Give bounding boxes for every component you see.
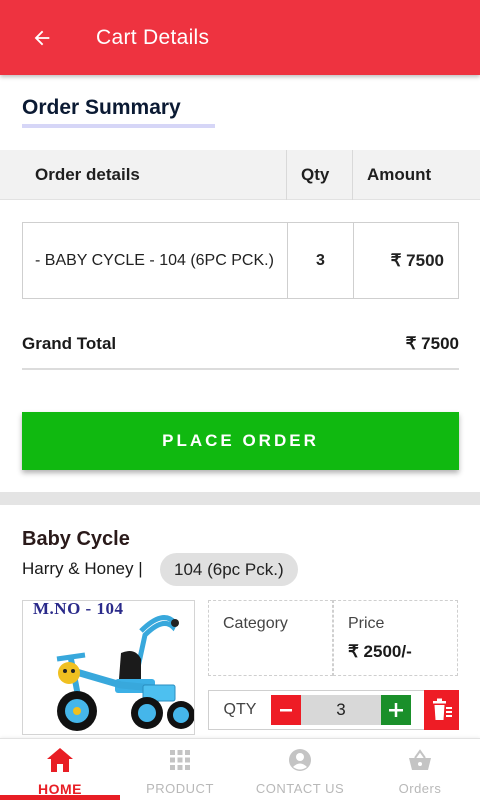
category-box: Category — [208, 600, 333, 676]
arrow-left-icon — [34, 30, 50, 45]
column-order-details: Order details — [35, 165, 140, 184]
nav-orders-label: Orders — [398, 781, 442, 796]
delete-item-button[interactable] — [424, 690, 459, 730]
price-box: Price ₹ 2500/- — [333, 600, 458, 676]
price-label: Price — [348, 615, 385, 632]
trash-icon — [432, 698, 452, 720]
bottom-navigation: HOME PRODUCT CONTACT US Orders — [0, 738, 480, 800]
product-image: M.NO - 104 — [22, 600, 195, 735]
column-amount: Amount — [367, 165, 432, 184]
grand-total-value: ₹ 7500 — [405, 334, 459, 353]
product-name: Baby Cycle — [22, 528, 130, 550]
place-order-button[interactable]: PLACE ORDER — [22, 412, 459, 470]
page-title: Cart Details — [96, 25, 210, 49]
price-value: ₹ 2500/- — [348, 642, 412, 661]
back-button[interactable] — [20, 16, 64, 60]
nav-orders[interactable]: Orders — [360, 739, 480, 800]
quantity-stepper: QTY 3 — [208, 690, 426, 730]
product-brand: Harry & Honey | — [22, 559, 143, 578]
column-divider — [352, 150, 353, 200]
nav-contact-us-label: CONTACT US — [255, 781, 345, 796]
column-qty: Qty — [301, 165, 330, 184]
grid-icon — [170, 750, 190, 770]
home-icon — [47, 748, 73, 772]
nav-contact-us[interactable]: CONTACT US — [240, 739, 360, 800]
order-table-header: Order details Qty Amount — [0, 150, 480, 200]
column-divider — [286, 150, 287, 200]
qty-label: QTY — [223, 701, 257, 718]
order-item-amount: ₹ 7500 — [390, 250, 444, 270]
increase-qty-button[interactable] — [381, 695, 411, 725]
order-item-qty: 3 — [316, 251, 325, 269]
order-summary-title: Order Summary — [22, 96, 181, 119]
plus-icon — [389, 703, 403, 717]
app-bar: Cart Details — [0, 0, 480, 75]
order-item-details: - BABY CYCLE - 104 (6PC PCK.) — [35, 251, 274, 269]
qty-value[interactable]: 3 — [301, 695, 381, 725]
decrease-qty-button[interactable] — [271, 695, 301, 725]
grand-total-label: Grand Total — [22, 334, 117, 353]
nav-product[interactable]: PRODUCT — [120, 739, 240, 800]
cart-details-screen: Cart Details Order Summary Order details… — [0, 0, 480, 800]
user-circle-icon — [289, 749, 311, 771]
tricycle-illustration — [56, 615, 194, 731]
order-summary-underline — [22, 124, 215, 128]
section-divider — [0, 492, 480, 505]
minus-icon — [280, 709, 292, 712]
product-model-badge: 104 (6pc Pck.) — [160, 553, 298, 586]
divider — [22, 368, 459, 370]
basket-icon — [409, 749, 431, 770]
nav-product-label: PRODUCT — [146, 781, 214, 796]
nav-home[interactable]: HOME — [0, 739, 120, 800]
active-tab-indicator — [0, 795, 120, 800]
table-row: - BABY CYCLE - 104 (6PC PCK.) 3 ₹ 7500 — [22, 222, 459, 299]
category-label: Category — [223, 615, 288, 632]
